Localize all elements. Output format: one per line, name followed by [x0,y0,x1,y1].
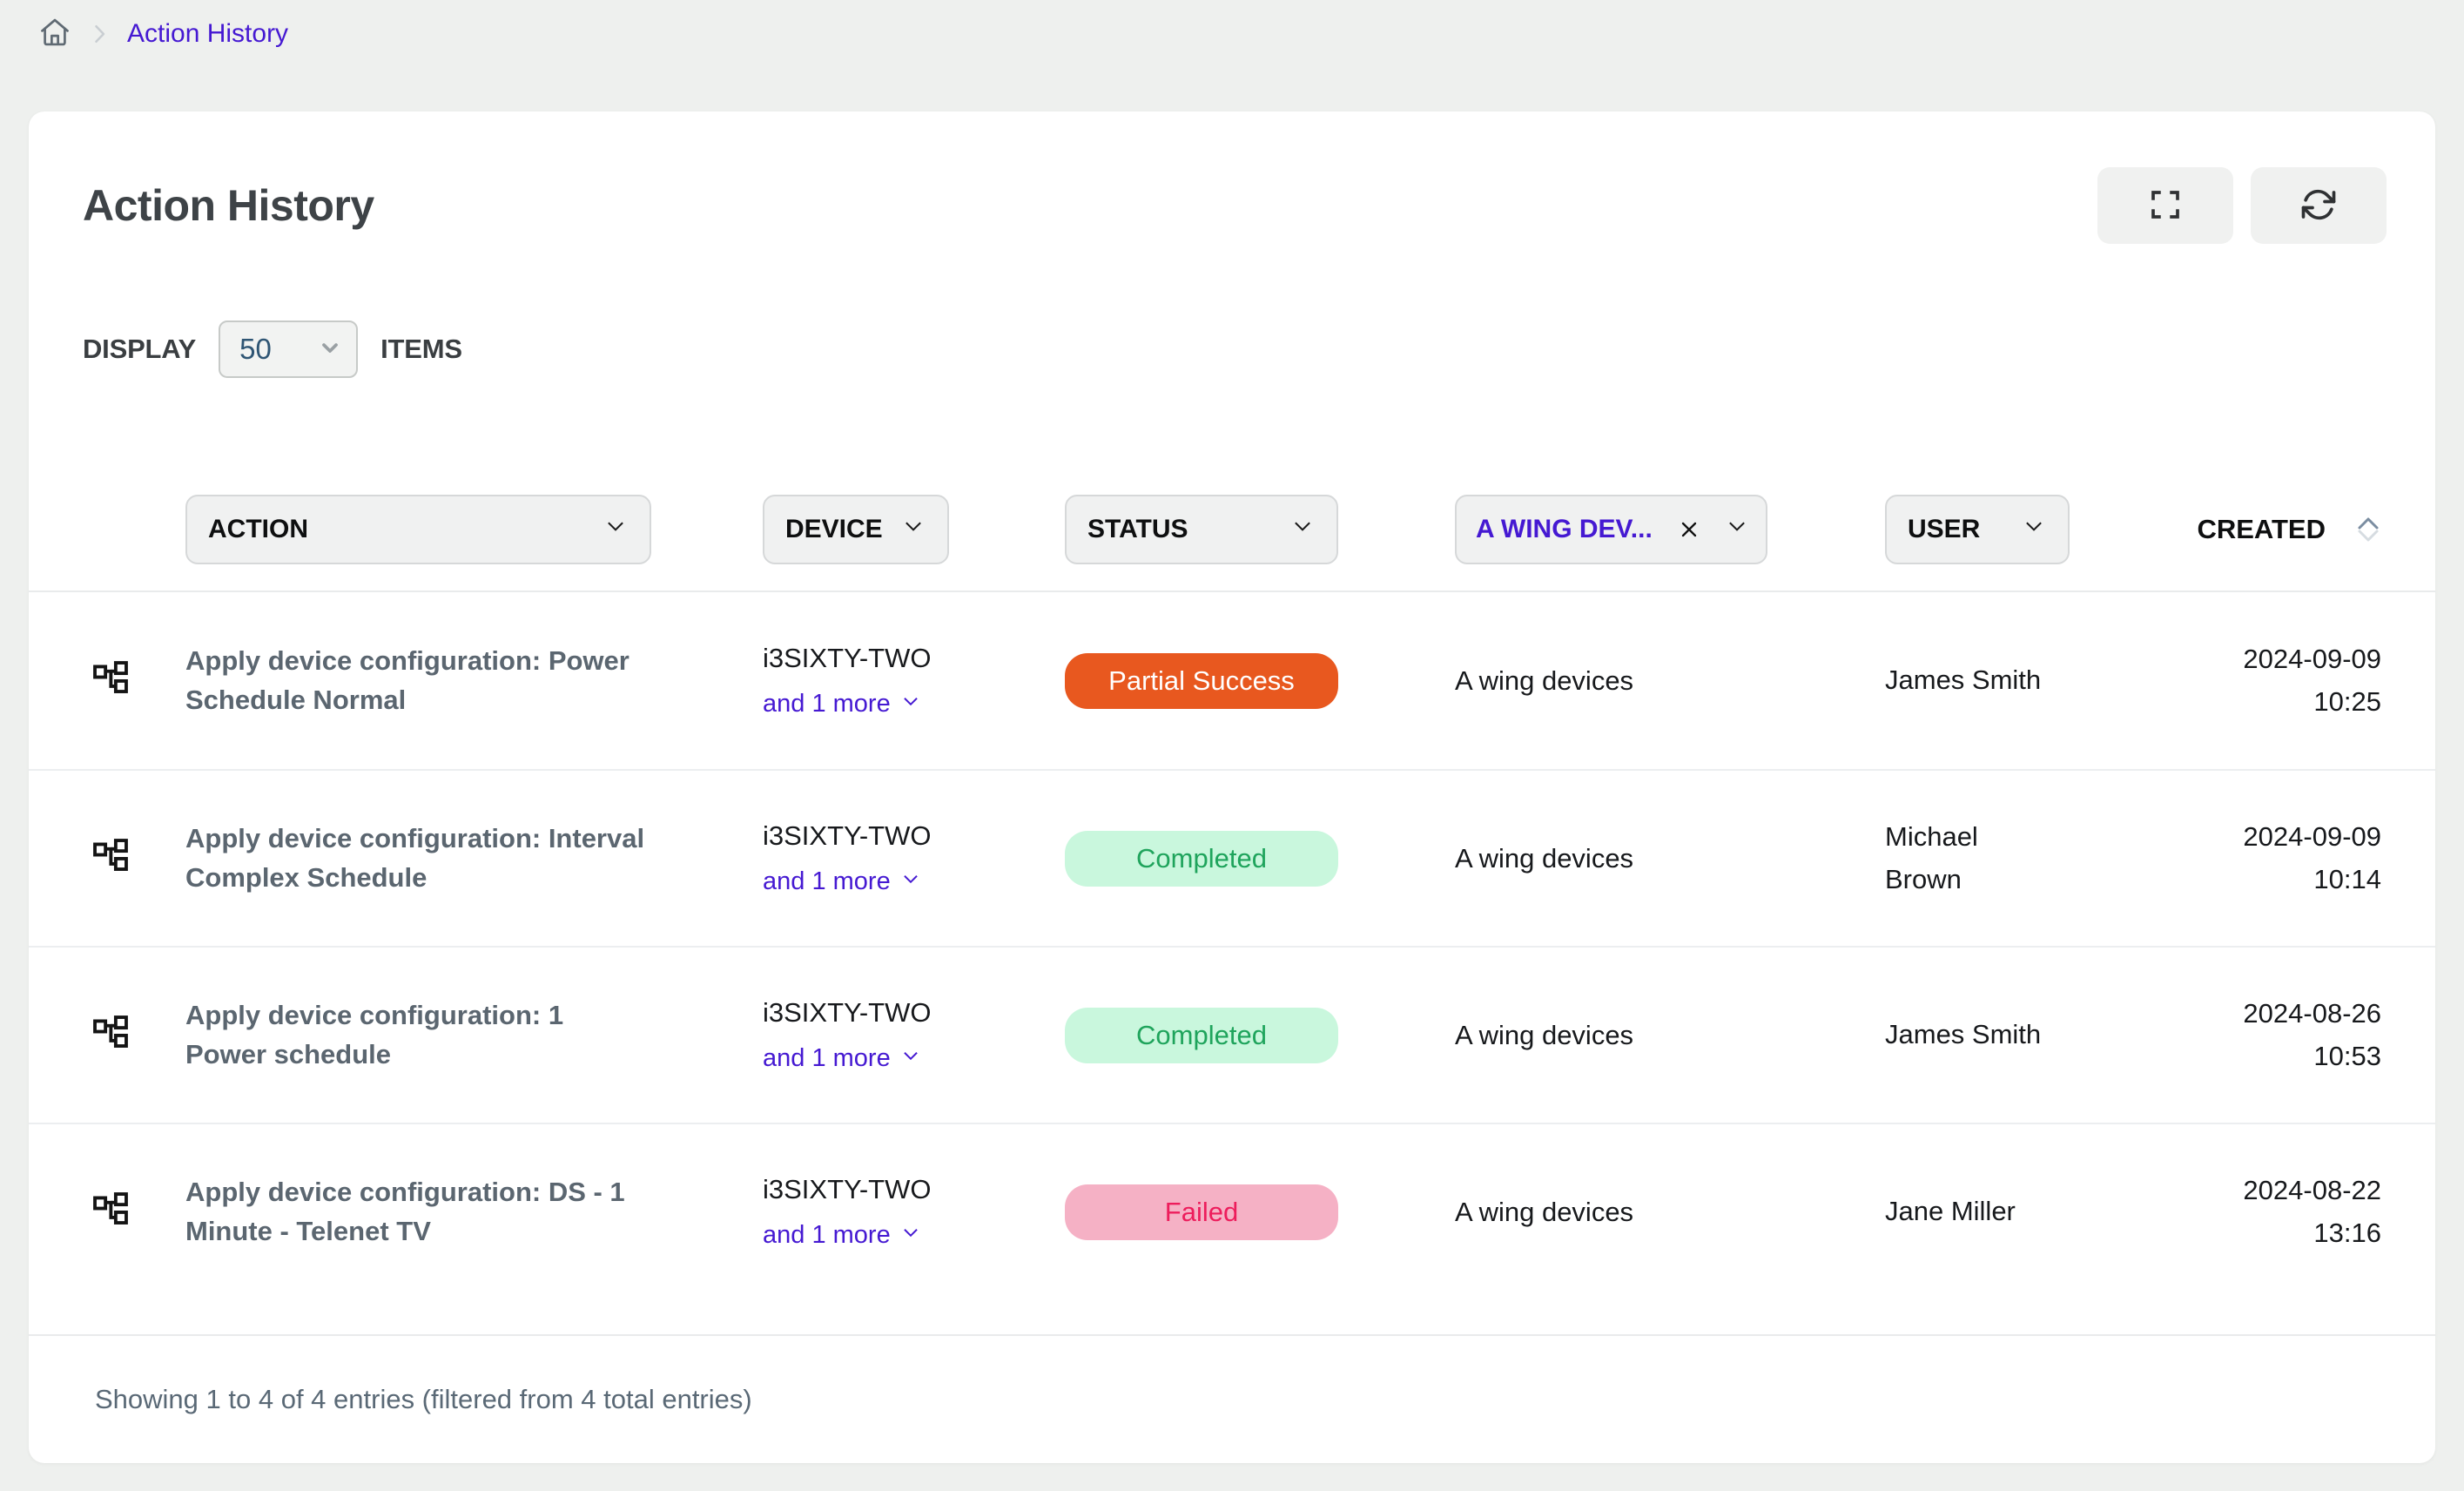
home-icon [38,16,71,53]
fullscreen-icon [2147,186,2184,226]
device-group-cell: A wing devices [1455,1020,1885,1051]
chevron-down-icon [899,867,922,897]
display-label: DISPLAY [83,334,196,365]
table-row: Apply device configuration: Power Schedu… [29,592,2435,769]
sort-created-header[interactable]: CREATED [2172,514,2381,545]
filter-action-button[interactable]: ACTION [185,495,651,564]
action-cell: Apply device configuration: 1 Power sche… [185,996,763,1075]
chevron-down-icon [1724,513,1750,546]
device-group-cell: A wing devices [1455,665,1885,697]
filter-device-button[interactable]: DEVICE [763,495,949,564]
chevron-down-icon [2021,513,2047,546]
entries-summary: Showing 1 to 4 of 4 entries (filtered fr… [95,1384,752,1415]
page-title: Action History [83,180,374,231]
table-row: Apply device configuration: 1 Power sche… [29,946,2435,1123]
filter-group-button[interactable]: A WING DEV... [1455,495,1767,564]
created-cell: 2024-08-22 13:16 [2172,1170,2381,1253]
items-label: ITEMS [380,334,462,365]
chevron-down-icon [899,1044,922,1074]
action-history-card: Action History DISP [29,111,2435,1463]
breadcrumb-current[interactable]: Action History [127,19,288,49]
action-cell: Apply device configuration: Power Schedu… [185,642,763,720]
device-cell: i3SIXTY-TWO and 1 more [763,1174,1065,1251]
device-more-link[interactable]: and 1 more [763,690,1065,719]
card-toolbar [2097,167,2387,244]
status-badge: Completed [1065,831,1338,887]
action-cell: Apply device configuration: DS - 1 Minut… [185,1173,763,1251]
workflow-icon [83,1191,185,1233]
created-cell: 2024-08-26 10:53 [2172,993,2381,1076]
breadcrumb: Action History [0,0,2464,54]
table-body: Apply device configuration: Power Schedu… [29,592,2435,1299]
refresh-button[interactable] [2251,167,2387,244]
user-cell: James Smith [1885,659,2090,701]
device-name: i3SIXTY-TWO [763,820,1065,852]
device-name: i3SIXTY-TWO [763,1174,1065,1205]
user-cell: James Smith [1885,1014,2090,1056]
device-name: i3SIXTY-TWO [763,643,1065,674]
chevron-down-icon [900,513,926,546]
status-badge: Partial Success [1065,653,1338,709]
status-badge: Completed [1065,1008,1338,1063]
chevron-right-icon [87,22,111,46]
device-more-link[interactable]: and 1 more [763,1221,1065,1251]
clear-filter-button[interactable] [1677,517,1701,542]
action-cell: Apply device configuration: Interval Com… [185,820,763,898]
device-more-link[interactable]: and 1 more [763,1044,1065,1074]
chevron-down-icon [318,335,342,364]
chevron-down-icon [899,1221,922,1251]
device-cell: i3SIXTY-TWO and 1 more [763,997,1065,1074]
chevron-down-icon [1289,513,1316,546]
chevron-down-icon [603,513,629,546]
created-cell: 2024-09-09 10:14 [2172,816,2381,900]
workflow-icon [83,1014,185,1056]
device-cell: i3SIXTY-TWO and 1 more [763,643,1065,719]
device-group-cell: A wing devices [1455,1197,1885,1228]
workflow-icon [83,659,185,702]
page-size-value: 50 [239,333,272,366]
device-cell: i3SIXTY-TWO and 1 more [763,820,1065,897]
filter-user-button[interactable]: USER [1885,495,2070,564]
table-row: Apply device configuration: Interval Com… [29,769,2435,946]
sort-desc-icon [2355,530,2381,542]
page-size-select[interactable]: 50 [219,320,358,378]
status-badge: Failed [1065,1184,1338,1240]
fullscreen-button[interactable] [2097,167,2233,244]
user-cell: Jane Miller [1885,1191,2090,1232]
user-cell: Michael Brown [1885,816,2090,900]
workflow-icon [83,837,185,880]
table-row: Apply device configuration: DS - 1 Minut… [29,1123,2435,1299]
table-header: ACTION DEVICE STATUS [29,495,2435,592]
home-link[interactable] [38,16,71,53]
filter-status-button[interactable]: STATUS [1065,495,1338,564]
device-name: i3SIXTY-TWO [763,997,1065,1029]
chevron-down-icon [899,690,922,719]
page-size-control: DISPLAY 50 ITEMS [29,320,2435,378]
refresh-icon [2300,186,2337,226]
device-more-link[interactable]: and 1 more [763,867,1065,897]
table-footer: Showing 1 to 4 of 4 entries (filtered fr… [29,1334,2435,1463]
device-group-cell: A wing devices [1455,843,1885,874]
created-cell: 2024-09-09 10:25 [2172,638,2381,722]
